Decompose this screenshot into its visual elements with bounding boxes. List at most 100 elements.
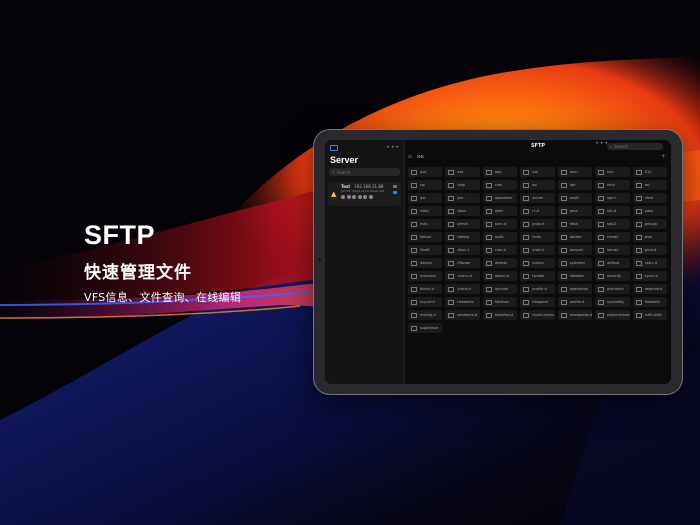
folder-item[interactable]: bichle.d — [408, 284, 443, 294]
folder-item[interactable]: alert — [482, 206, 518, 216]
folder-item[interactable]: pam.d — [482, 219, 518, 229]
folder-item[interactable]: clusth.shells — [520, 310, 555, 320]
folder-item[interactable]: clsmd.d — [445, 284, 480, 294]
folder-item[interactable]: sel — [632, 180, 667, 190]
folder-icon — [485, 234, 492, 240]
folder-item[interactable]: tdeskp — [445, 232, 480, 242]
folder-name: audit — [494, 235, 504, 239]
folder-item[interactable]: fsmod — [408, 232, 443, 242]
folder-item[interactable]: sysctl.d — [632, 271, 667, 281]
sidebar-search-input[interactable]: ⌕ Search — [329, 168, 400, 176]
folder-item[interactable]: profile.d — [520, 284, 555, 294]
folder-item[interactable]: cron.d — [482, 245, 518, 255]
server-list-item[interactable]: ▲ Test 192.168.31.88 Jan 25, 2024 at 10:3… — [328, 182, 401, 206]
main-search-placeholder: Search — [614, 144, 628, 149]
home-icon[interactable]: ⌂ — [408, 153, 412, 160]
main-search-input[interactable]: ⌕ Search — [607, 143, 663, 150]
folder-item[interactable]: dbus — [445, 206, 480, 216]
folder-item[interactable]: cgi — [408, 180, 443, 190]
folder-item[interactable]: cmdel — [595, 232, 630, 242]
folder-item[interactable]: active — [520, 193, 555, 203]
folder-item[interactable]: grmat — [445, 219, 480, 229]
plus-icon[interactable]: + — [661, 153, 666, 160]
folder-item[interactable]: ldap — [445, 180, 480, 190]
ellipsis-icon[interactable]: ••• — [386, 144, 400, 150]
folder-item[interactable]: udev — [408, 206, 443, 216]
folder-item[interactable]: firewalld — [632, 297, 667, 307]
folder-item[interactable]: grub.d — [520, 219, 555, 229]
folder-item[interactable]: sysconfig — [595, 297, 630, 307]
folder-item[interactable]: deprsh — [408, 258, 443, 268]
folder-item[interactable]: rsffir.shllb — [632, 310, 667, 320]
folder-item[interactable]: fail2ban — [482, 297, 518, 307]
folder-item[interactable]: audit — [482, 232, 518, 242]
folder-item[interactable]: Iproutel — [482, 284, 518, 294]
folder-item[interactable]: apparmor — [482, 193, 518, 203]
folder-item[interactable]: mail — [408, 219, 443, 229]
folder-item[interactable]: init.d — [595, 206, 630, 216]
folder-item[interactable]: networks — [445, 297, 480, 307]
folder-item[interactable]: docker — [557, 232, 593, 242]
folder-item[interactable]: ssl — [520, 180, 555, 190]
folder-item[interactable]: avahi — [557, 193, 593, 203]
folder-item[interactable]: plymouth — [595, 284, 630, 294]
folder-item[interactable]: groupp — [632, 219, 667, 229]
folder-item[interactable]: pve — [408, 167, 443, 177]
folder-name: sysctl.d — [644, 274, 658, 278]
folder-item[interactable]: dbus-1 — [445, 245, 480, 255]
folder-item[interactable]: fonts — [520, 232, 555, 242]
folder-item[interactable]: sgml — [595, 193, 630, 203]
folder-item[interactable]: kmd — [595, 180, 630, 190]
folder-item[interactable]: kernel — [595, 245, 630, 255]
folder-item[interactable]: lvm — [595, 167, 630, 177]
folder-item[interactable]: security — [595, 271, 630, 281]
folder-item[interactable]: rmodprobe.d — [557, 310, 593, 320]
folder-icon[interactable] — [393, 191, 397, 194]
folder-item[interactable]: sasl2 — [595, 219, 630, 229]
folder-item[interactable]: apanishaa — [557, 284, 593, 294]
search-icon: ⌕ — [610, 144, 613, 149]
folder-item[interactable]: ppp — [482, 167, 518, 177]
folder-item[interactable]: dedest — [482, 258, 518, 268]
folder-item[interactable]: rc.d — [520, 206, 555, 216]
folder-icon — [635, 234, 642, 240]
folder-item[interactable]: ndmsc — [520, 258, 555, 268]
folder-item[interactable]: systemd — [557, 258, 593, 268]
folder-item[interactable]: netrc.d — [632, 258, 667, 268]
folder-item[interactable]: X11 — [632, 167, 667, 177]
folder-item[interactable]: fdorgauri — [520, 297, 555, 307]
folder-item[interactable]: apt — [445, 167, 480, 177]
folder-item[interactable]: ssh — [520, 167, 555, 177]
folder-item[interactable]: amsm.d — [482, 271, 518, 281]
folder-item[interactable]: sendarrix.d — [445, 310, 480, 320]
folder-item[interactable]: supervisor — [408, 323, 443, 333]
folder-item[interactable]: binalftav.d — [482, 310, 518, 320]
folder-item[interactable]: fdraft — [408, 245, 443, 255]
folder-item[interactable]: depmod.d — [632, 284, 667, 294]
folder-item[interactable]: unbound — [408, 271, 443, 281]
folder-item[interactable]: opt — [557, 180, 593, 190]
edit-icon[interactable] — [393, 185, 397, 188]
sidebar-toggle-icon[interactable] — [330, 144, 338, 151]
folder-item[interactable]: grub.d — [632, 245, 667, 255]
folder-item[interactable]: fsmdlo — [520, 271, 555, 281]
folder-item[interactable]: ger — [408, 193, 443, 203]
folder-item[interactable]: pma — [557, 206, 593, 216]
folder-item[interactable]: ipmpari — [557, 245, 593, 255]
folder-item[interactable]: java — [632, 232, 667, 242]
folder-item[interactable]: profile.d — [557, 297, 593, 307]
folder-item[interactable]: claims.d — [445, 271, 480, 281]
folder-item[interactable]: gss — [445, 193, 480, 203]
folder-item[interactable]: my.cnf.d — [408, 297, 443, 307]
folder-item[interactable]: pathmanhed — [595, 310, 630, 320]
folder-item[interactable]: default — [595, 258, 630, 268]
folder-item[interactable]: xfrce — [632, 193, 667, 203]
folder-item[interactable]: pdns — [632, 206, 667, 216]
folder-item[interactable]: mysttg.d — [408, 310, 443, 320]
folder-item[interactable]: ifftower — [445, 258, 480, 268]
folder-item[interactable]: pam — [557, 167, 593, 177]
folder-item[interactable]: nftables — [557, 271, 593, 281]
folder-item[interactable]: cron — [482, 180, 518, 190]
folder-item[interactable]: insel.d — [520, 245, 555, 255]
folder-item[interactable]: fdisk — [557, 219, 593, 229]
